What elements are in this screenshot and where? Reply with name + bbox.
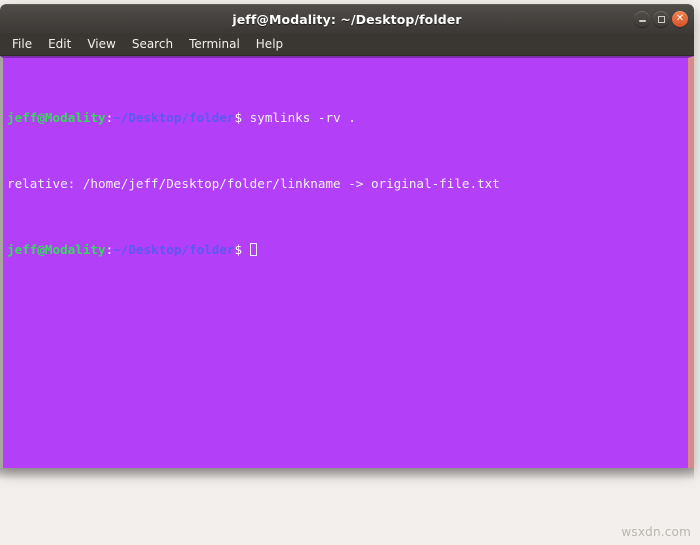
terminal-line: relative: /home/jeff/Desktop/folder/link… bbox=[7, 176, 688, 193]
command-text: symlinks -rv . bbox=[249, 109, 356, 125]
prompt-path: ~/Desktop/folder bbox=[113, 241, 235, 257]
command-output: relative: /home/jeff/Desktop/folder/link… bbox=[7, 175, 500, 191]
prompt-user: jeff@Modality bbox=[7, 109, 106, 125]
close-icon: ✕ bbox=[675, 12, 685, 24]
minimize-button[interactable] bbox=[634, 11, 650, 27]
menu-item-file[interactable]: File bbox=[10, 35, 40, 53]
desktop-background: jeff@Modality: ~/Desktop/folder ✕ File E… bbox=[0, 0, 700, 545]
watermark-text: wsxdn.com bbox=[621, 525, 691, 539]
window-controls[interactable]: ✕ bbox=[634, 5, 688, 33]
menu-item-edit[interactable]: Edit bbox=[40, 35, 79, 53]
menu-item-search[interactable]: Search bbox=[124, 35, 181, 53]
menu-item-terminal[interactable]: Terminal bbox=[181, 35, 248, 53]
menu-item-view[interactable]: View bbox=[79, 35, 123, 53]
terminal-window[interactable]: jeff@Modality: ~/Desktop/folder ✕ File E… bbox=[0, 4, 694, 468]
prompt-user: jeff@Modality bbox=[7, 241, 106, 257]
window-drop-shadow bbox=[0, 468, 694, 480]
minimize-icon bbox=[638, 19, 646, 22]
menu-bar[interactable]: File Edit View Search Terminal Help bbox=[0, 33, 694, 56]
prompt-sigil: $ bbox=[234, 109, 250, 125]
terminal-screen[interactable]: jeff@Modality:~/Desktop/folder$ symlinks… bbox=[7, 60, 688, 468]
maximize-button[interactable] bbox=[653, 11, 669, 27]
terminal-line: jeff@Modality:~/Desktop/folder$ symlinks… bbox=[7, 110, 688, 127]
close-button[interactable]: ✕ bbox=[672, 11, 688, 27]
window-titlebar[interactable]: jeff@Modality: ~/Desktop/folder ✕ bbox=[0, 4, 694, 33]
prompt-sigil: $ bbox=[234, 241, 250, 257]
menu-item-help[interactable]: Help bbox=[248, 35, 291, 53]
terminal-body[interactable]: jeff@Modality:~/Desktop/folder$ symlinks… bbox=[0, 56, 694, 468]
prompt-path: ~/Desktop/folder bbox=[113, 109, 235, 125]
text-cursor bbox=[249, 242, 258, 256]
maximize-icon bbox=[657, 15, 665, 23]
window-title: jeff@Modality: ~/Desktop/folder bbox=[232, 11, 462, 27]
terminal-line: jeff@Modality:~/Desktop/folder$ bbox=[7, 242, 688, 259]
